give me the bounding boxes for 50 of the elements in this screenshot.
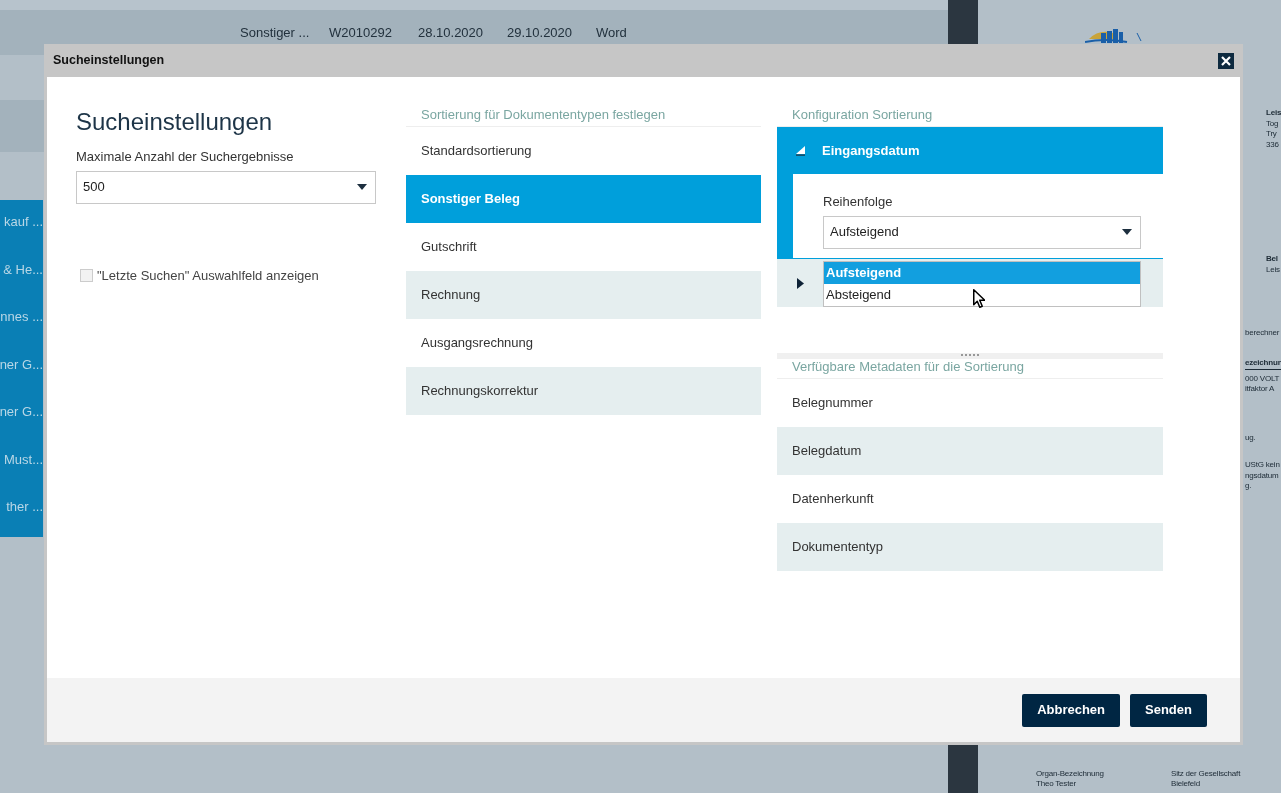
document-type-item[interactable]: Standardsortierung xyxy=(406,127,761,175)
footer-text: Sitz der Gesellschaft xyxy=(1171,769,1241,779)
metadata-item[interactable]: Dokumententyp xyxy=(777,523,1163,571)
grip-icon[interactable] xyxy=(961,353,979,356)
max-results-dropdown[interactable]: 500 xyxy=(76,170,376,204)
order-dropdown[interactable]: Aufsteigend xyxy=(823,215,1141,249)
document-type-item[interactable]: Ausgangsrechnung xyxy=(406,319,761,367)
footer-text: Theo Tester xyxy=(1036,778,1077,788)
document-text: ngsdatum xyxy=(1245,470,1280,481)
table-cell-text: 28.10.2020 xyxy=(418,23,485,42)
expand-icon xyxy=(796,277,805,289)
document-text: itfaktor A xyxy=(1245,384,1276,395)
document-text: g. xyxy=(1245,481,1253,492)
field-label: Maximale Anzahl der Suchergebnisse xyxy=(76,148,295,166)
caret-icon xyxy=(1122,229,1132,235)
caret-icon xyxy=(357,184,367,190)
cancel-button[interactable]: Abbrechen xyxy=(1022,693,1121,727)
document-text: Try xyxy=(1266,129,1278,140)
send-button[interactable]: Senden xyxy=(1130,693,1207,727)
document-text: Leis xyxy=(1266,264,1280,275)
footer-text: Organ-Bezeichnung xyxy=(1036,769,1104,779)
dialog-title: Sucheinstellungen xyxy=(53,52,165,70)
document-text: 336 xyxy=(1266,139,1280,150)
footer-text: Bielefeld xyxy=(1171,778,1201,788)
document-text: ug. xyxy=(1245,433,1256,444)
table-cell-text: Word xyxy=(596,23,628,42)
section-heading: Verfügbare Metadaten für die Sortierung xyxy=(777,359,1163,379)
table-cell-text: 29.10.2020 xyxy=(507,23,574,42)
field-label: Reihenfolge xyxy=(823,193,894,211)
section-heading: Sortierung für Dokumententypen festlegen xyxy=(406,107,761,127)
document-type-item[interactable]: Gutschrift xyxy=(406,223,761,271)
metadata-item[interactable]: Datenherkunft xyxy=(777,475,1163,523)
dialog-heading: Sucheinstellungen xyxy=(76,107,274,137)
document-text: Leis xyxy=(1266,108,1281,119)
document-text: Bel xyxy=(1266,254,1279,265)
document-text: UStG kein xyxy=(1245,460,1280,471)
document-text: berechner xyxy=(1245,328,1280,339)
document-type-item[interactable]: Rechnungskorrektur xyxy=(406,367,761,415)
document-text: ezeichnun xyxy=(1245,358,1281,370)
metadata-item[interactable]: Belegnummer xyxy=(777,379,1163,427)
document-text: Tog xyxy=(1266,118,1280,129)
table-cell-text: Sonstiger ... xyxy=(240,23,311,42)
checkbox-label: "Letzte Suchen" Auswahlfeld anzeigen xyxy=(97,266,319,285)
document-type-item[interactable]: Rechnung xyxy=(406,271,761,319)
dropdown-option[interactable]: Absteigend xyxy=(824,284,1140,306)
collapse-icon xyxy=(796,145,805,156)
document-text: 000 VOLT xyxy=(1245,373,1281,384)
table-cell-text: W2010292 xyxy=(329,23,393,42)
close-button[interactable] xyxy=(1218,52,1234,69)
metadata-item[interactable]: Belegdatum xyxy=(777,427,1163,475)
